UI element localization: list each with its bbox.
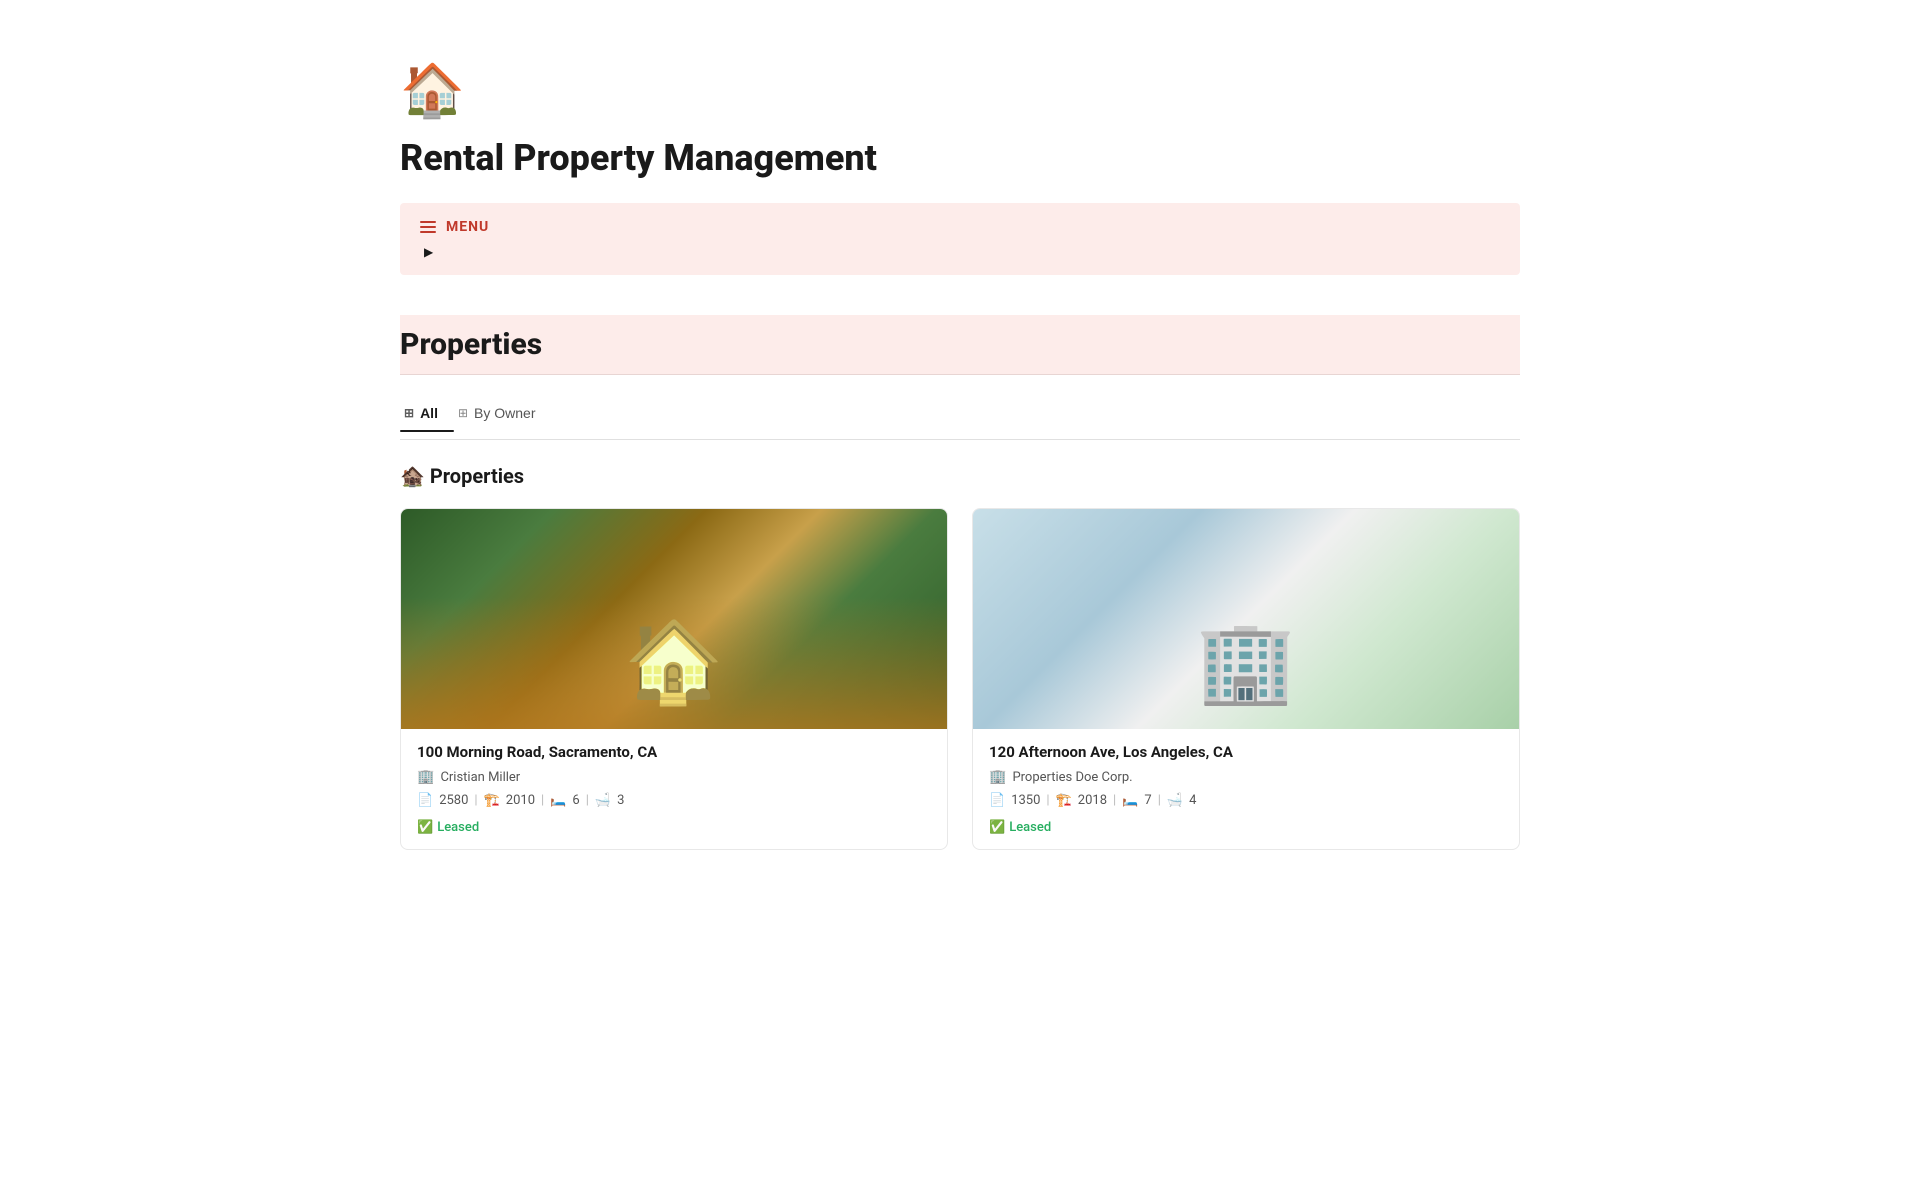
menu-label: MENU [446, 219, 489, 235]
house-icon: 🏠 [400, 60, 1520, 121]
property-image-2 [973, 509, 1519, 729]
beds-icon-2: 🛏️ [1122, 793, 1138, 808]
menu-arrow[interactable]: ▶ [420, 245, 1500, 259]
property-card-2[interactable]: 120 Afternoon Ave, Los Angeles, CA 🏢 Pro… [972, 508, 1520, 850]
year-value-2: 2018 [1078, 793, 1107, 808]
baths-value-1: 3 [617, 793, 624, 808]
sqft-value-2: 1350 [1011, 793, 1040, 808]
beds-value-1: 6 [572, 793, 579, 808]
property-stats-2: 📄 1350 | 🏗️ 2018 | 🛏️ 7 | 🛁 4 [989, 793, 1503, 808]
property-owner-1: 🏢 Cristian Miller [417, 769, 931, 785]
beds-icon-1: 🛏️ [550, 793, 566, 808]
grid-icon-all: ⊞ [404, 406, 414, 420]
properties-section-header: Properties [400, 315, 1520, 375]
year-value-1: 2010 [506, 793, 535, 808]
property-address-1: 100 Morning Road, Sacramento, CA [417, 743, 931, 761]
status-badge-1: ✅ Leased [417, 820, 479, 835]
property-owner-2: 🏢 Properties Doe Corp. [989, 769, 1503, 785]
owner-icon-2: 🏢 [989, 769, 1006, 785]
owner-icon-1: 🏢 [417, 769, 434, 785]
app-title: Rental Property Management [400, 137, 1520, 179]
hamburger-icon [420, 221, 436, 233]
app-logo-container: 🏠 [400, 60, 1520, 121]
properties-grid: 100 Morning Road, Sacramento, CA 🏢 Crist… [400, 508, 1520, 850]
tab-all-label: All [420, 405, 438, 421]
menu-toggle[interactable]: MENU [420, 219, 1500, 235]
property-stats-1: 📄 2580 | 🏗️ 2010 | 🛏️ 6 | 🛁 3 [417, 793, 931, 808]
baths-value-2: 4 [1189, 793, 1196, 808]
tab-all[interactable]: ⊞ All [400, 399, 454, 431]
beds-value-2: 7 [1144, 793, 1151, 808]
property-image-1 [401, 509, 947, 729]
baths-icon-1: 🛁 [595, 793, 611, 808]
property-address-2: 120 Afternoon Ave, Los Angeles, CA [989, 743, 1503, 761]
tabs-row: ⊞ All ⊞ By Owner [400, 399, 1520, 440]
status-badge-2: ✅ Leased [989, 820, 1051, 835]
property-info-1: 100 Morning Road, Sacramento, CA 🏢 Crist… [401, 729, 947, 849]
status-icon-2: ✅ [989, 820, 1005, 835]
grid-icon-owner: ⊞ [458, 406, 468, 420]
status-icon-1: ✅ [417, 820, 433, 835]
tab-by-owner-label: By Owner [474, 405, 535, 421]
sqft-value-1: 2580 [439, 793, 468, 808]
tab-by-owner[interactable]: ⊞ By Owner [454, 399, 552, 431]
sqft-icon-2: 📄 [989, 793, 1005, 808]
property-info-2: 120 Afternoon Ave, Los Angeles, CA 🏢 Pro… [973, 729, 1519, 849]
properties-sub-title: 🏚️ Properties [400, 464, 524, 488]
property-card-1[interactable]: 100 Morning Road, Sacramento, CA 🏢 Crist… [400, 508, 948, 850]
properties-sub-header: 🏚️ Properties [400, 464, 1520, 488]
year-icon-1: 🏗️ [484, 793, 500, 808]
properties-section-title: Properties [400, 327, 1520, 362]
status-label-1: Leased [437, 820, 479, 835]
status-label-2: Leased [1009, 820, 1051, 835]
owner-name-1: Cristian Miller [440, 770, 520, 785]
owner-name-2: Properties Doe Corp. [1012, 770, 1132, 785]
year-icon-2: 🏗️ [1056, 793, 1072, 808]
baths-icon-2: 🛁 [1167, 793, 1183, 808]
sqft-icon-1: 📄 [417, 793, 433, 808]
menu-bar: MENU ▶ [400, 203, 1520, 275]
